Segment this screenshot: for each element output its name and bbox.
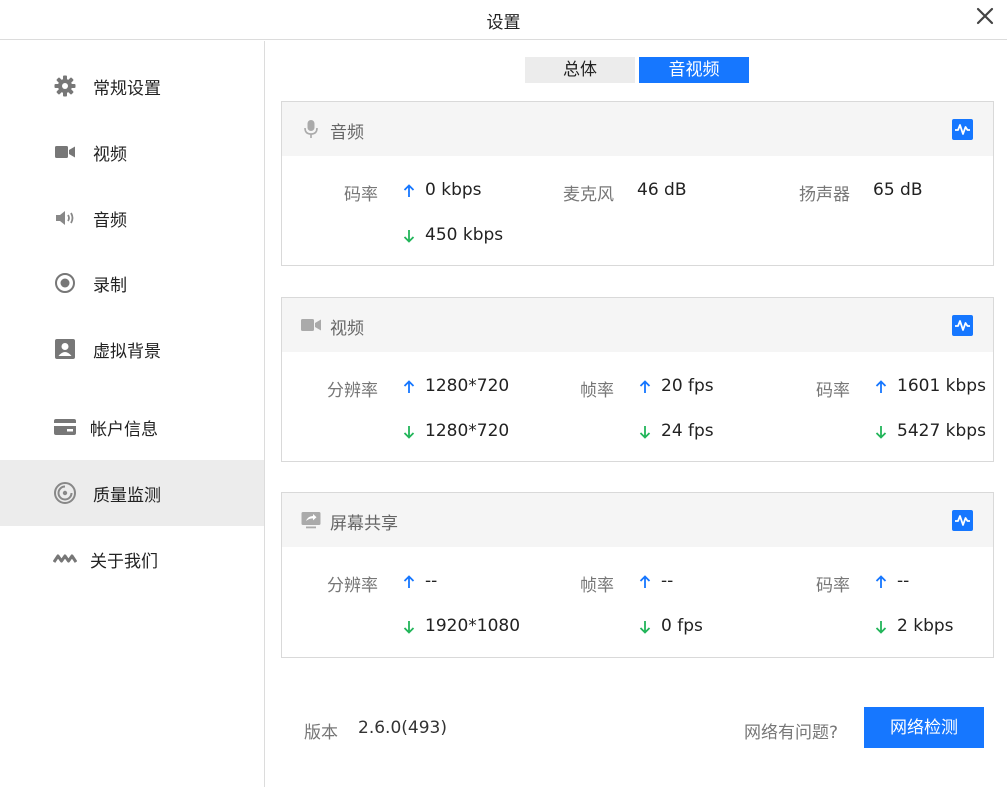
screen-share-icon [301,512,321,529]
sidebar-item-label: 录制 [93,275,127,296]
download-arrow-icon [403,426,415,439]
tab-general[interactable]: 总体 [525,57,635,83]
download-arrow-icon [639,621,651,634]
resolution-label: 分辨率 [327,576,378,596]
sidebar-item-label: 帐户信息 [90,419,158,440]
sidebar-item-label: 关于我们 [90,551,158,572]
logo-icon [53,554,77,563]
mic-value: 46 dB [637,180,687,200]
screen-share-panel: 屏幕共享 分辨率 -- 1920*1080 帧率 -- 0 fps 码率 -- … [281,492,994,658]
gear-icon [54,75,76,97]
chart-icon[interactable] [952,119,973,140]
sidebar-item-record[interactable]: 录制 [0,250,264,316]
version-label: 版本 [304,723,338,743]
portrait-icon [55,339,75,359]
fps-up-value: 20 fps [661,376,714,396]
download-arrow-icon [639,426,651,439]
panel-header: 视频 [282,298,993,352]
record-icon [55,273,75,293]
upload-arrow-icon [639,380,651,393]
main-content: 总体 音视频 音频 码率 0 kbps 450 kbps 麦克风 46 dB 扬… [266,41,1007,787]
chart-icon[interactable] [952,315,973,336]
upload-arrow-icon [403,184,415,197]
upload-arrow-icon [403,380,415,393]
panel-title: 音频 [330,123,364,143]
upload-arrow-icon [403,575,415,588]
resolution-label: 分辨率 [327,381,378,401]
bitrate-label: 码率 [344,185,378,205]
title-bar: 设置 [0,0,1007,40]
sidebar-item-label: 视频 [93,144,127,165]
fps-down-value: 24 fps [661,421,714,441]
resolution-down-value: 1280*720 [425,421,510,441]
resolution-down-value: 1920*1080 [425,616,521,636]
window-title: 设置 [486,13,521,33]
video-camera-icon [55,146,75,158]
speaker-icon [56,211,74,225]
video-camera-icon [301,319,321,331]
bitrate-down-value: 450 kbps [425,225,504,245]
upload-arrow-icon [875,575,887,588]
resolution-up-value: 1280*720 [425,376,510,396]
video-panel: 视频 分辨率 1280*720 1280*720 帧率 20 fps 24 fp… [281,297,994,462]
bitrate-up-value: 1601 kbps [897,376,986,396]
sidebar-item-quality[interactable]: 质量监测 [0,460,264,526]
resolution-up-value: -- [425,571,438,591]
bitrate-label: 码率 [816,381,850,401]
sidebar-item-audio[interactable]: 音频 [0,185,264,251]
audio-panel: 音频 码率 0 kbps 450 kbps 麦克风 46 dB 扬声器 65 d… [281,101,994,266]
sidebar-item-label: 虚拟背景 [93,341,161,362]
version-value: 2.6.0(493) [358,718,447,738]
bitrate-up-value: -- [897,571,910,591]
sidebar-item-video[interactable]: 视频 [0,119,264,185]
gauge-icon [54,482,76,504]
microphone-icon [304,120,318,138]
network-question: 网络有问题? [744,723,839,743]
sidebar-item-about[interactable]: 关于我们 [0,526,264,592]
bitrate-down-value: 2 kbps [897,616,954,636]
speaker-value: 65 dB [873,180,923,200]
network-check-button[interactable]: 网络检测 [864,707,984,748]
sidebar-item-label: 质量监测 [93,485,161,506]
sidebar-item-label: 常规设置 [93,78,161,99]
sidebar-item-label: 音频 [93,210,127,231]
bitrate-label: 码率 [816,576,850,596]
download-arrow-icon [875,426,887,439]
download-arrow-icon [875,621,887,634]
panel-title: 屏幕共享 [330,514,398,534]
tab-audio-video[interactable]: 音视频 [639,57,749,83]
bitrate-down-value: 5427 kbps [897,421,986,441]
download-arrow-icon [403,230,415,243]
sidebar-item-general[interactable]: 常规设置 [0,53,264,119]
fps-label: 帧率 [580,576,614,596]
panel-header: 屏幕共享 [282,493,993,547]
fps-up-value: -- [661,571,674,591]
sidebar-item-account[interactable]: 帐户信息 [0,394,264,460]
panel-header: 音频 [282,102,993,156]
download-arrow-icon [403,621,415,634]
sidebar: 常规设置 视频 音频 录制 虚拟背景 帐户信息 质量监测 关于我们 [0,41,265,787]
card-icon [54,419,76,435]
fps-label: 帧率 [580,381,614,401]
upload-arrow-icon [639,575,651,588]
upload-arrow-icon [875,380,887,393]
bitrate-up-value: 0 kbps [425,180,482,200]
panel-title: 视频 [330,319,364,339]
fps-down-value: 0 fps [661,616,703,636]
speaker-label: 扬声器 [799,185,850,205]
chart-icon[interactable] [952,510,973,531]
close-icon[interactable] [973,4,997,28]
sidebar-item-virtual-background[interactable]: 虚拟背景 [0,316,264,382]
mic-label: 麦克风 [563,185,614,205]
